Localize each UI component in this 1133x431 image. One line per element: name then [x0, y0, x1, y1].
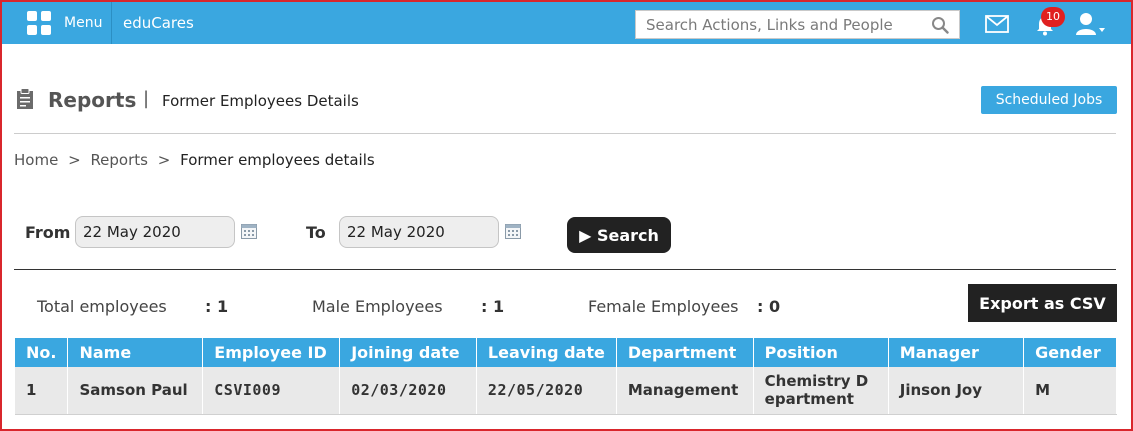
- column-header-leaving-date[interactable]: Leaving date: [476, 338, 617, 367]
- calendar-icon[interactable]: [241, 223, 257, 239]
- female-employees-label: Female Employees: [588, 297, 739, 316]
- breadcrumb: Home > Reports > Former employees detail…: [14, 151, 375, 169]
- column-header-name[interactable]: Name: [67, 338, 204, 367]
- filters-divider: [14, 269, 1116, 270]
- mail-icon[interactable]: [985, 15, 1009, 33]
- breadcrumb-separator: >: [68, 151, 81, 169]
- male-employees-label: Male Employees: [312, 297, 443, 316]
- column-header-gender[interactable]: Gender: [1023, 338, 1117, 367]
- clipboard-icon: [17, 88, 33, 109]
- column-header-position[interactable]: Position: [753, 338, 889, 367]
- header-divider: [14, 133, 1116, 134]
- employees-table: No. Name Employee ID Joining date Leavin…: [15, 338, 1117, 415]
- from-label: From: [25, 223, 71, 242]
- column-header-no[interactable]: No.: [15, 338, 69, 367]
- female-employees-value: : 0: [757, 297, 781, 316]
- title-separator: |: [143, 88, 150, 109]
- cell-position: Chemistry Department: [753, 367, 889, 415]
- brand-link[interactable]: eduCares: [123, 14, 194, 32]
- cell-employee-id: CSVI009: [202, 367, 341, 415]
- cell-manager: Jinson Joy: [888, 367, 1025, 415]
- notifications-button[interactable]: 10: [1034, 7, 1066, 40]
- search-icon[interactable]: [931, 16, 949, 34]
- notification-count-badge: 10: [1041, 7, 1065, 27]
- table-row: 1 Samson Paul CSVI009 02/03/2020 22/05/2…: [15, 367, 1117, 415]
- search-button-label: Search: [596, 225, 659, 245]
- export-csv-button[interactable]: Export as CSV: [968, 284, 1117, 322]
- breadcrumb-home[interactable]: Home: [14, 151, 58, 169]
- cell-leaving-date: 22/05/2020: [476, 367, 617, 415]
- column-header-manager[interactable]: Manager: [888, 338, 1025, 367]
- cell-joining-date: 02/03/2020: [339, 367, 477, 415]
- calendar-icon[interactable]: [505, 223, 521, 239]
- grid-menu-icon: [27, 11, 51, 35]
- total-employees-label: Total employees: [37, 297, 167, 316]
- cell-gender: M: [1023, 367, 1117, 415]
- column-header-employee-id[interactable]: Employee ID: [202, 338, 341, 367]
- column-header-department[interactable]: Department: [616, 338, 754, 367]
- from-date-input[interactable]: [75, 216, 235, 248]
- search-input[interactable]: [636, 15, 921, 34]
- to-date-input[interactable]: [339, 216, 499, 248]
- user-icon[interactable]: [1075, 11, 1105, 37]
- global-search: [635, 10, 960, 39]
- cell-department: Management: [616, 367, 754, 415]
- breadcrumb-separator: >: [157, 151, 171, 169]
- table-header-row: No. Name Employee ID Joining date Leavin…: [15, 338, 1117, 367]
- page-subtitle: Former Employees Details: [162, 92, 359, 110]
- page-title: Reports: [48, 88, 137, 112]
- menu-label: Menu: [64, 15, 103, 31]
- male-employees-value: : 1: [481, 297, 505, 316]
- top-navbar: Menu eduCares 10: [2, 2, 1131, 44]
- breadcrumb-current: Former employees details: [180, 151, 375, 169]
- cell-no: 1: [15, 367, 69, 415]
- play-icon: ▶: [579, 225, 592, 245]
- cell-name: Samson Paul: [67, 367, 204, 415]
- menu-button[interactable]: Menu: [16, 2, 112, 44]
- search-button[interactable]: ▶ Search: [567, 217, 671, 253]
- to-label: To: [306, 223, 326, 242]
- scheduled-jobs-button[interactable]: Scheduled Jobs: [981, 86, 1117, 114]
- total-employees-value: : 1: [205, 297, 229, 316]
- column-header-joining-date[interactable]: Joining date: [339, 338, 477, 367]
- breadcrumb-reports[interactable]: Reports: [90, 151, 148, 169]
